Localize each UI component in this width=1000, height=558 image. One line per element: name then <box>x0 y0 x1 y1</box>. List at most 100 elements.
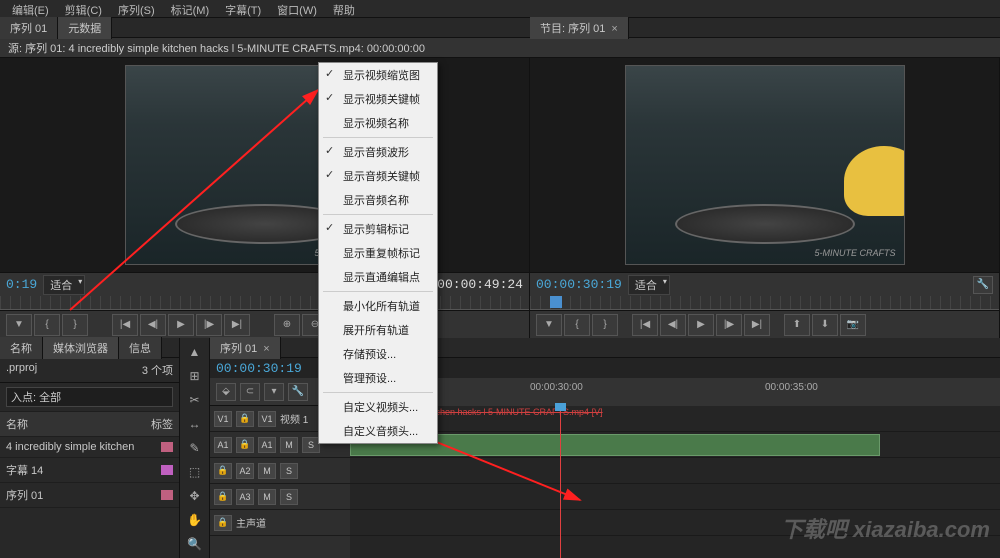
close-icon[interactable]: × <box>611 23 617 35</box>
menu-show-video-keyframes[interactable]: 显示视频关键帧 <box>319 87 437 111</box>
insert-button[interactable]: ⊕ <box>274 314 300 336</box>
col-tag[interactable]: 标签 <box>151 416 173 432</box>
source-patch[interactable]: A1 <box>214 437 232 453</box>
menu-save-preset[interactable]: 存储预设... <box>319 342 437 366</box>
inpoint-field[interactable]: 入点: 全部 <box>6 387 173 407</box>
menu-show-clip-markers[interactable]: 显示剪辑标记 <box>319 217 437 241</box>
lock-icon[interactable]: 🔒 <box>214 515 232 531</box>
track-lane-a3[interactable] <box>350 484 1000 510</box>
mute-button[interactable]: M <box>258 463 276 479</box>
go-out-button[interactable]: ▶| <box>744 314 770 336</box>
menu-show-audio-names[interactable]: 显示音频名称 <box>319 188 437 212</box>
track-a3-header[interactable]: 🔒 A3 M S <box>210 484 350 510</box>
rate-tool[interactable]: ↔ <box>185 414 205 434</box>
tab-media-browser[interactable]: 媒体浏览器 <box>43 337 119 359</box>
lock-icon[interactable]: 🔒 <box>236 411 254 427</box>
menu-item[interactable]: 窗口(W) <box>269 0 325 17</box>
selection-tool[interactable]: ▲ <box>185 342 205 362</box>
mark-in-button[interactable]: ▼ <box>536 314 562 336</box>
menu-show-audio-waveform[interactable]: 显示音频波形 <box>319 140 437 164</box>
program-ruler[interactable] <box>530 296 999 310</box>
menu-show-video-thumbs[interactable]: 显示视频缩览图 <box>319 63 437 87</box>
go-out-button[interactable]: ▶| <box>224 314 250 336</box>
menu-item[interactable]: 标记(M) <box>163 0 218 17</box>
menu-expand-tracks[interactable]: 展开所有轨道 <box>319 318 437 342</box>
tab-info[interactable]: 信息 <box>119 337 162 359</box>
menu-show-dup-frames[interactable]: 显示重复帧标记 <box>319 241 437 265</box>
step-fwd-button[interactable]: |▶ <box>196 314 222 336</box>
lock-icon[interactable]: 🔒 <box>214 463 232 479</box>
slip-tool[interactable]: ✥ <box>185 486 205 506</box>
track-lane-v1[interactable]: 4 incredibly simple kitchen hacks l 5-MI… <box>350 406 1000 432</box>
tab-metadata[interactable]: 元数据 <box>58 17 112 39</box>
track-lane-a2[interactable] <box>350 458 1000 484</box>
menu-item[interactable]: 字幕(T) <box>217 0 269 17</box>
tab-sequence[interactable]: 序列 01 <box>0 17 58 39</box>
menu-show-audio-keyframes[interactable]: 显示音频关键帧 <box>319 164 437 188</box>
zoom-dropdown[interactable]: 适合 <box>43 275 85 295</box>
target-patch[interactable]: A1 <box>258 437 276 453</box>
extract-button[interactable]: ⬇ <box>812 314 838 336</box>
go-in-button[interactable]: |◀ <box>112 314 138 336</box>
menu-custom-audio-head[interactable]: 自定义音频头... <box>319 419 437 443</box>
menu-show-video-names[interactable]: 显示视频名称 <box>319 111 437 135</box>
step-fwd-button[interactable]: |▶ <box>716 314 742 336</box>
menu-item[interactable]: 序列(S) <box>110 0 163 17</box>
lock-icon[interactable]: 🔒 <box>214 489 232 505</box>
lift-button[interactable]: ⬆ <box>784 314 810 336</box>
menu-item[interactable]: 剪辑(C) <box>57 0 110 17</box>
play-button[interactable]: ▶ <box>688 314 714 336</box>
mark-out-button[interactable]: { <box>34 314 60 336</box>
wrench-icon[interactable]: 🔧 <box>973 276 993 294</box>
track-lane-a1[interactable] <box>350 432 1000 458</box>
program-timecode[interactable]: 00:00:30:19 <box>536 277 622 292</box>
source-timecode-in[interactable]: 0:19 <box>6 277 37 292</box>
target-patch[interactable]: A3 <box>236 489 254 505</box>
step-back-button[interactable]: ◀| <box>140 314 166 336</box>
lock-icon[interactable]: 🔒 <box>236 437 254 453</box>
hand-tool[interactable]: ✋ <box>185 510 205 530</box>
snap-icon[interactable]: ⬙ <box>216 383 236 401</box>
zoom-dropdown[interactable]: 适合 <box>628 275 670 295</box>
step-back-button[interactable]: ◀| <box>660 314 686 336</box>
col-name[interactable]: 名称 <box>6 416 145 432</box>
camera-icon[interactable]: 📷 <box>840 314 866 336</box>
target-patch[interactable]: V1 <box>258 411 276 427</box>
go-in-button[interactable]: |◀ <box>632 314 658 336</box>
marker-icon[interactable]: ▾ <box>264 383 284 401</box>
tab-program[interactable]: 节目: 序列 01× <box>530 17 629 39</box>
link-icon[interactable]: ⊂ <box>240 383 260 401</box>
close-icon[interactable]: × <box>263 343 269 355</box>
ripple-tool[interactable]: ✂ <box>185 390 205 410</box>
mute-button[interactable]: M <box>258 489 276 505</box>
track-a2-header[interactable]: 🔒 A2 M S <box>210 458 350 484</box>
mark-clip-button[interactable]: } <box>592 314 618 336</box>
timeline-timecode[interactable]: 00:00:30:19 <box>216 361 302 376</box>
menu-item[interactable]: 编辑(E) <box>4 0 57 17</box>
tab-name[interactable]: 名称 <box>0 337 43 359</box>
menu-item[interactable]: 帮助 <box>325 0 363 17</box>
track-select-tool[interactable]: ⊞ <box>185 366 205 386</box>
menu-manage-presets[interactable]: 管理预设... <box>319 366 437 390</box>
menu-custom-video-head[interactable]: 自定义视频头... <box>319 395 437 419</box>
list-item[interactable]: 4 incredibly simple kitchen <box>0 437 179 458</box>
playhead[interactable] <box>560 406 561 558</box>
pen-tool[interactable]: ✎ <box>185 438 205 458</box>
mark-out-button[interactable]: { <box>564 314 590 336</box>
solo-button[interactable]: S <box>280 489 298 505</box>
target-patch[interactable]: A2 <box>236 463 254 479</box>
mute-button[interactable]: M <box>280 437 298 453</box>
menu-minimize-tracks[interactable]: 最小化所有轨道 <box>319 294 437 318</box>
mark-in-button[interactable]: ▼ <box>6 314 32 336</box>
play-button[interactable]: ▶ <box>168 314 194 336</box>
menu-show-through-edits[interactable]: 显示直通编辑点 <box>319 265 437 289</box>
rect-tool[interactable]: ⬚ <box>185 462 205 482</box>
list-item[interactable]: 字幕 14 <box>0 458 179 483</box>
wrench-icon[interactable]: 🔧 <box>288 383 308 401</box>
list-item[interactable]: 序列 01 <box>0 483 179 508</box>
source-ruler[interactable] <box>0 296 529 310</box>
playhead-indicator[interactable] <box>550 296 562 308</box>
time-ruler[interactable]: 00:00:30:00 00:00:35:00 00:00:40:00 <box>350 378 1000 406</box>
mark-clip-button[interactable]: } <box>62 314 88 336</box>
track-master-header[interactable]: 🔒 主声道 <box>210 510 350 536</box>
